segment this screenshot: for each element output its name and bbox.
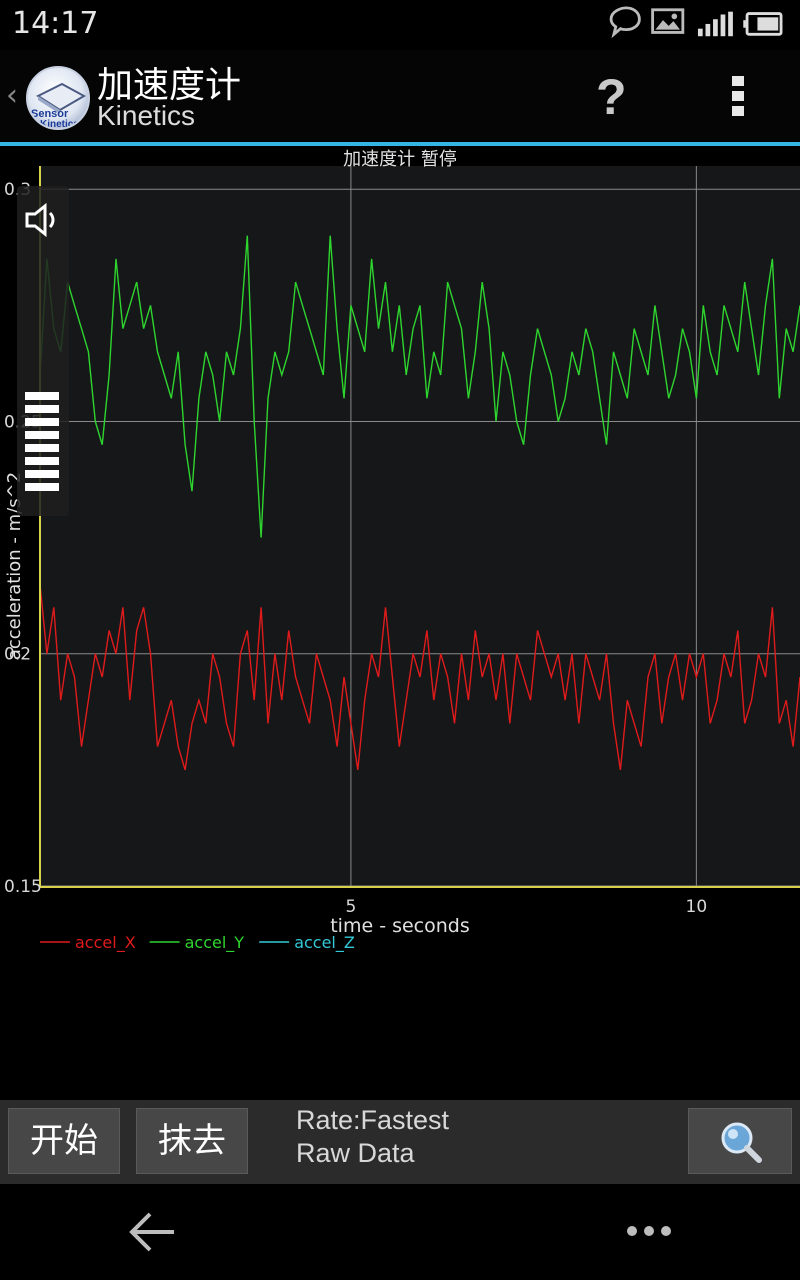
rate-info: Rate:Fastest Raw Data — [296, 1104, 449, 1170]
chart-title: 加速度计 暂停 — [343, 149, 457, 170]
help-button[interactable]: ? — [596, 68, 636, 128]
menu-dots-icon[interactable] — [626, 1224, 672, 1238]
chat-bubble-icon — [609, 6, 641, 39]
volume-panel[interactable] — [17, 186, 69, 516]
zoom-button[interactable] — [688, 1108, 792, 1174]
status-bar: 14:17 — [0, 0, 800, 50]
magnifier-icon — [721, 1122, 762, 1163]
battery-icon — [743, 12, 783, 36]
sensor-logo-icon: Sensor Kinetics — [31, 82, 87, 130]
start-button[interactable]: 开始 — [8, 1108, 120, 1174]
chart-area[interactable]: 加速度计 暂停 5100.150.20.250.3 time - seconds… — [0, 146, 800, 1100]
legend-label-accel_X: accel_X — [75, 933, 136, 953]
y-tick-label: 0.15 — [4, 877, 42, 897]
logo-text-bottom: Kinetics — [40, 119, 79, 130]
legend-label-accel_Y: accel_Y — [185, 933, 245, 953]
status-clock: 14:17 — [12, 6, 99, 41]
volume-level-bars — [25, 392, 59, 496]
action-bar: ‹ Sensor Kinetics 加速度计 Kinetics ? — [0, 50, 800, 142]
accelerometer-chart[interactable]: 加速度计 暂停 5100.150.20.250.3 time - seconds… — [0, 146, 800, 1100]
legend: accel_X accel_Y accel_Z — [40, 933, 355, 953]
status-icons — [609, 6, 783, 39]
navigation-bar — [0, 1184, 800, 1280]
bottom-toolbar: 开始 抹去 Rate:Fastest Raw Data — [0, 1100, 800, 1184]
erase-button[interactable]: 抹去 — [136, 1108, 248, 1174]
x-tick-label: 5 — [345, 897, 356, 917]
legend-label-accel_Z: accel_Z — [294, 933, 355, 953]
signal-icon — [697, 11, 733, 37]
plot-background — [40, 166, 800, 886]
app-logo[interactable]: Sensor Kinetics — [26, 66, 90, 130]
rate-text: Rate:Fastest — [296, 1105, 450, 1135]
app-subtitle: Kinetics — [97, 100, 196, 131]
up-chevron-icon[interactable]: ‹ — [6, 78, 18, 113]
overflow-menu-icon[interactable] — [728, 76, 748, 120]
mode-text: Raw Data — [296, 1138, 415, 1168]
x-tick-label: 10 — [686, 897, 708, 917]
image-icon — [651, 8, 685, 34]
speaker-icon[interactable] — [23, 200, 63, 240]
back-arrow-icon[interactable] — [128, 1210, 176, 1254]
